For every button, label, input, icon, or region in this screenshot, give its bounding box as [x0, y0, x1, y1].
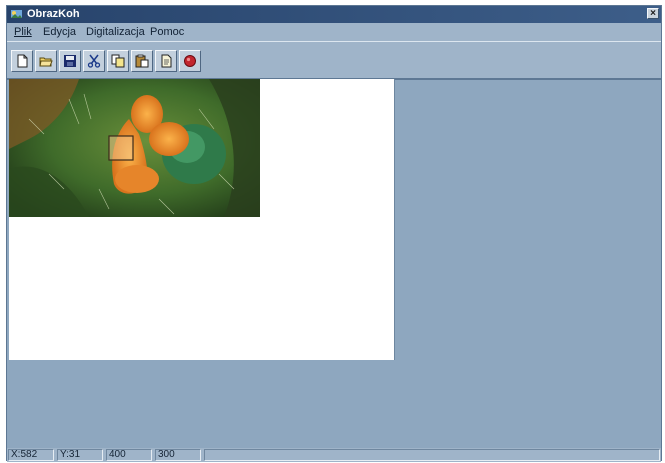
status-x: X:582	[8, 449, 54, 461]
menu-bar: Plik Edycja Digitalizacja Pomoc	[7, 23, 661, 41]
copy-icon	[111, 54, 125, 68]
new-document-icon	[17, 54, 28, 68]
paste-button[interactable]	[131, 50, 153, 72]
status-bar: X:582 Y:31 400 300	[7, 448, 661, 462]
record-button[interactable]	[179, 50, 201, 72]
title-bar[interactable]: ObrazKoh ×	[7, 6, 661, 23]
status-message	[204, 449, 660, 461]
menu-digitalizacja[interactable]: Digitalizacja	[86, 26, 145, 38]
menu-pomoc[interactable]: Pomoc	[150, 26, 184, 38]
open-button[interactable]	[35, 50, 57, 72]
close-button[interactable]: ×	[647, 8, 659, 19]
status-y: Y:31	[57, 449, 103, 461]
toolbar	[7, 41, 661, 80]
document-icon	[161, 54, 172, 68]
window-title: ObrazKoh	[27, 8, 80, 20]
fungus-photo[interactable]	[9, 79, 260, 217]
status-height: 300	[155, 449, 201, 461]
open-folder-icon	[39, 57, 53, 67]
status-width: 400	[106, 449, 152, 461]
menu-plik-label: Plik	[14, 26, 32, 38]
menu-plik[interactable]: Plik	[14, 26, 32, 38]
app-icon	[11, 10, 22, 18]
copy-button[interactable]	[107, 50, 129, 72]
properties-button[interactable]	[155, 50, 177, 72]
cut-scissors-icon	[87, 54, 101, 68]
menu-edycja[interactable]: Edycja	[43, 26, 76, 38]
cut-button[interactable]	[83, 50, 105, 72]
save-button[interactable]	[59, 50, 81, 72]
paste-icon	[135, 54, 149, 68]
image-canvas[interactable]	[9, 79, 395, 360]
save-disk-icon	[64, 55, 76, 67]
record-red-icon	[184, 55, 196, 67]
new-button[interactable]	[11, 50, 33, 72]
app-window: ObrazKoh × Plik Edycja Digitalizacja Pom…	[6, 5, 662, 462]
selection-rectangle[interactable]	[108, 135, 134, 161]
